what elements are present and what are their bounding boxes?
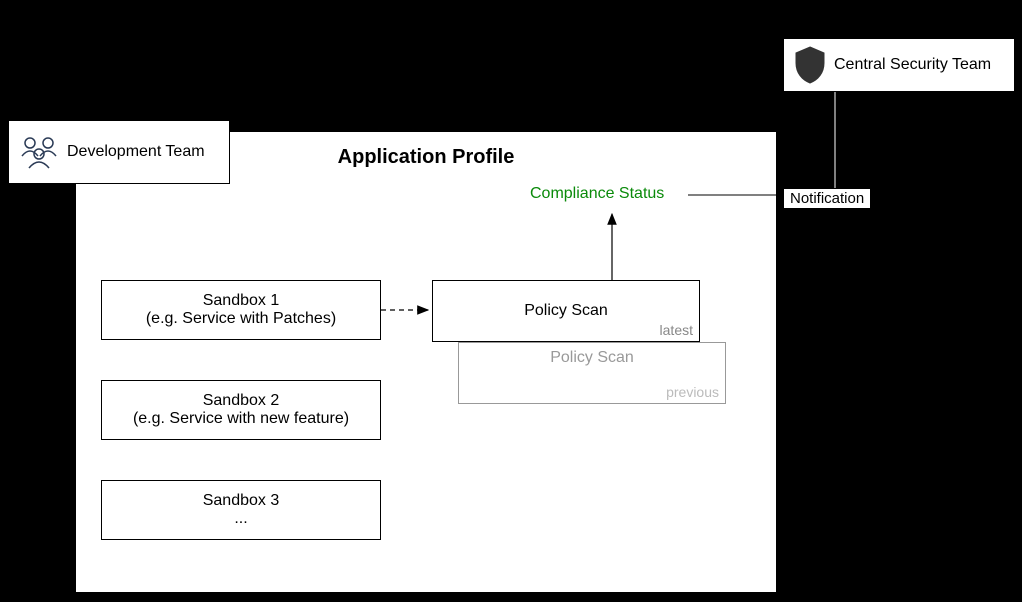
policyscan-to-compliance-arrow xyxy=(0,0,1022,602)
